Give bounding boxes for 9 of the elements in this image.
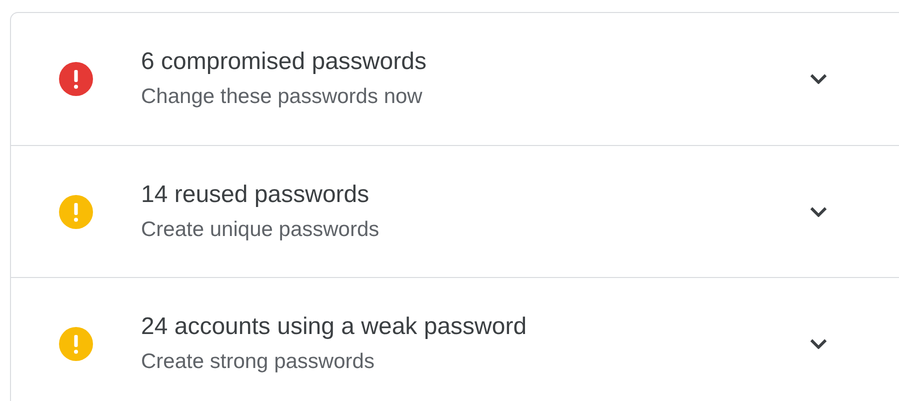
issue-title: 14 reused passwords [141, 180, 370, 210]
chevron-icon [810, 338, 826, 348]
issue-subtitle: Change these passwords now [141, 84, 422, 110]
issue-title: 6 compromised passwords [141, 47, 426, 77]
chevron-icon [810, 74, 826, 84]
issue-subtitle: Create unique passwords [141, 216, 380, 242]
chevron-icon [810, 206, 826, 216]
issue-subtitle: Create strong passwords [141, 348, 374, 374]
issue-title: 24 accounts using a weak password [141, 312, 527, 342]
